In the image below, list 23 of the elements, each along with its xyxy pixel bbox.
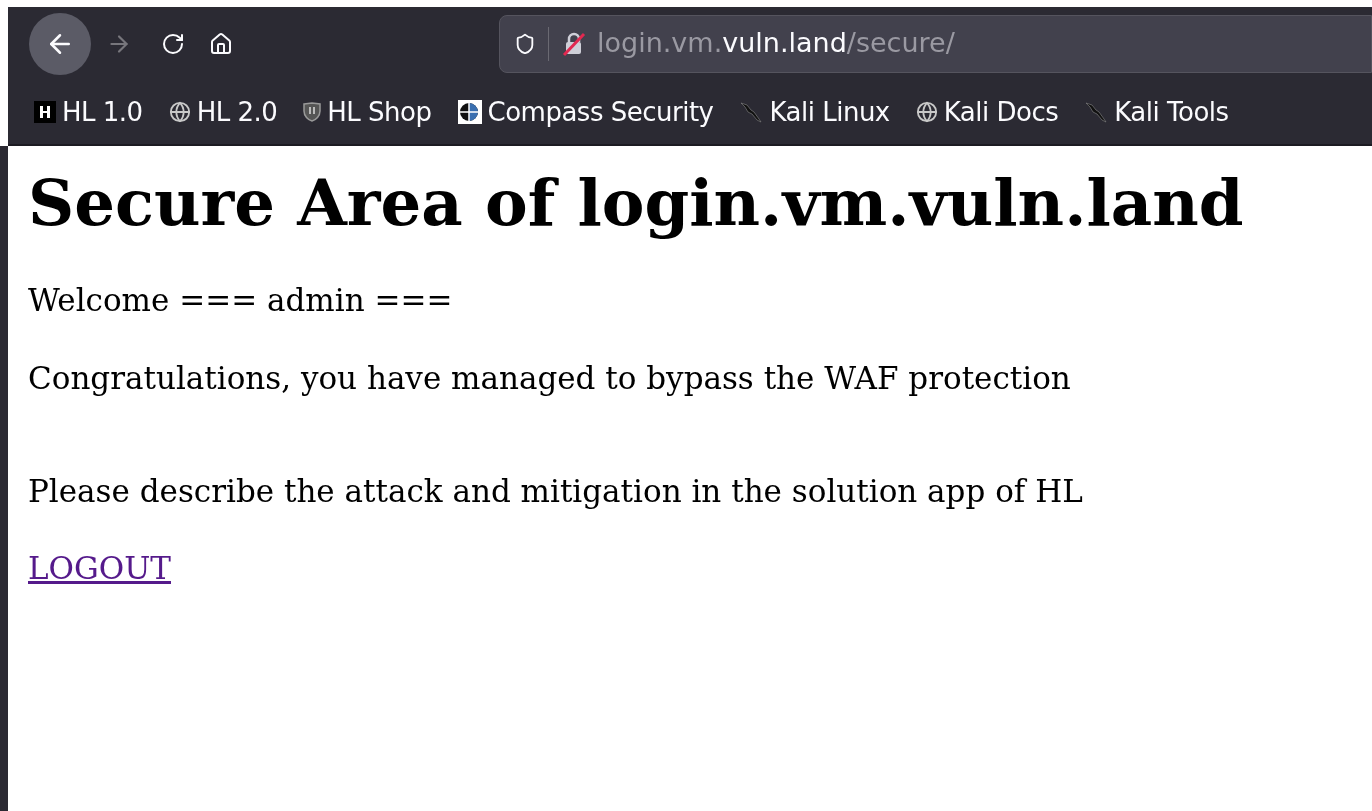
globe-icon bbox=[915, 101, 938, 123]
globe-icon bbox=[168, 101, 191, 123]
insecure-lock-icon bbox=[561, 30, 587, 57]
address-bar[interactable]: login.vm.vuln.land/secure/ bbox=[499, 14, 1372, 73]
page-heading: Secure Area of login.vm.vuln.land bbox=[28, 165, 1245, 242]
bookmark-item[interactable]: Kali Docs bbox=[915, 92, 1059, 132]
bookmark-item[interactable]: HL Shop bbox=[303, 92, 432, 132]
bookmark-item[interactable]: Compass Security bbox=[457, 92, 714, 132]
welcome-text: Welcome === admin === bbox=[28, 280, 454, 320]
reload-icon bbox=[161, 31, 185, 56]
shield-icon bbox=[303, 102, 322, 122]
url-text: login.vm.vuln.land/secure/ bbox=[597, 26, 955, 61]
bookmark-item[interactable]: Kali Linux bbox=[739, 92, 890, 132]
bookmark-item[interactable]: HL 1.0 bbox=[34, 92, 143, 132]
paragraph-text: Congratulations, you have managed to bypass the WAF protection bbox=[28, 359, 1072, 399]
paragraph-text: Please describe the attack and mitigation in the solution app of HL bbox=[28, 471, 1084, 511]
h-logo-icon bbox=[34, 101, 56, 123]
logout-link[interactable]: LOGOUT bbox=[28, 545, 171, 592]
home-icon bbox=[209, 31, 233, 56]
bookmark-item[interactable]: Kali Tools bbox=[1084, 92, 1229, 132]
tracking-shield-icon bbox=[514, 32, 536, 55]
bookmark-item[interactable]: HL 2.0 bbox=[168, 92, 278, 132]
compass-logo-icon bbox=[457, 100, 482, 124]
